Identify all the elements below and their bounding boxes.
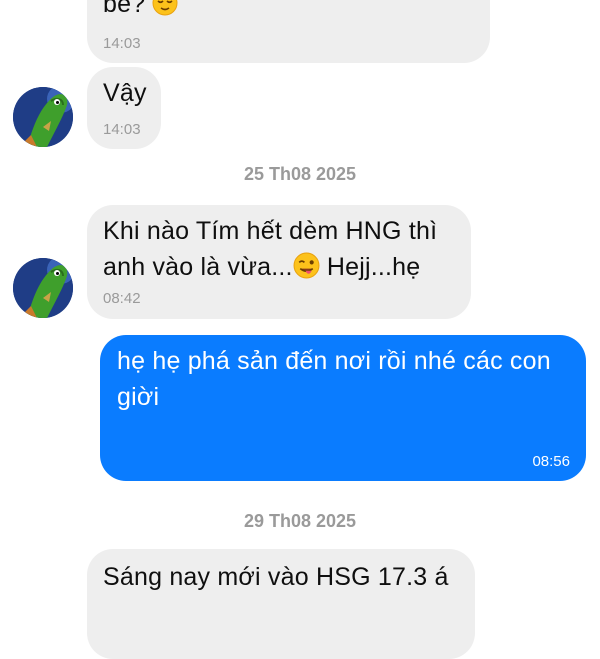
message-text: Vậy (103, 79, 147, 107)
message-bubble-incoming[interactable]: Sáng nay mới vào HSG 17.3 á (87, 549, 475, 659)
message-text-line: giời (117, 383, 160, 411)
message-bubble-incoming[interactable]: Khi nào Tím hết dèm HNG thì anh vào là v… (87, 205, 471, 319)
message-bubble-incoming[interactable]: bé? 14:03 (87, 0, 490, 63)
crocodile-avatar-icon (13, 258, 73, 318)
relieved-face-emoji-icon (152, 0, 178, 26)
contact-avatar[interactable] (13, 87, 73, 147)
date-separator: 29 Th08 2025 (243, 511, 357, 531)
crocodile-avatar-icon (13, 87, 73, 147)
message-text-line: hẹ hẹ phá sản đến nơi rồi nhé các con (117, 347, 551, 375)
message-text-line: Hejj...hẹ (319, 253, 421, 281)
message-text: bé? (103, 0, 146, 18)
message-text-line: anh vào là vừa... (103, 253, 293, 281)
message-timestamp: 14:03 (103, 121, 141, 138)
date-separator: 25 Th08 2025 (243, 164, 357, 184)
message-timestamp: 08:42 (103, 290, 141, 307)
contact-avatar[interactable] (13, 258, 73, 318)
message-text: Sáng nay mới vào HSG 17.3 á (103, 563, 449, 591)
message-text-line: Khi nào Tím hết dèm HNG thì (103, 217, 438, 245)
message-timestamp: 08:56 (532, 453, 570, 470)
message-bubble-outgoing[interactable]: hẹ hẹ phá sản đến nơi rồi nhé các con gi… (100, 335, 586, 481)
winking-face-with-tongue-emoji-icon (293, 252, 320, 289)
message-bubble-incoming[interactable]: Vậy 14:03 (87, 67, 161, 149)
message-timestamp: 14:03 (103, 35, 141, 52)
